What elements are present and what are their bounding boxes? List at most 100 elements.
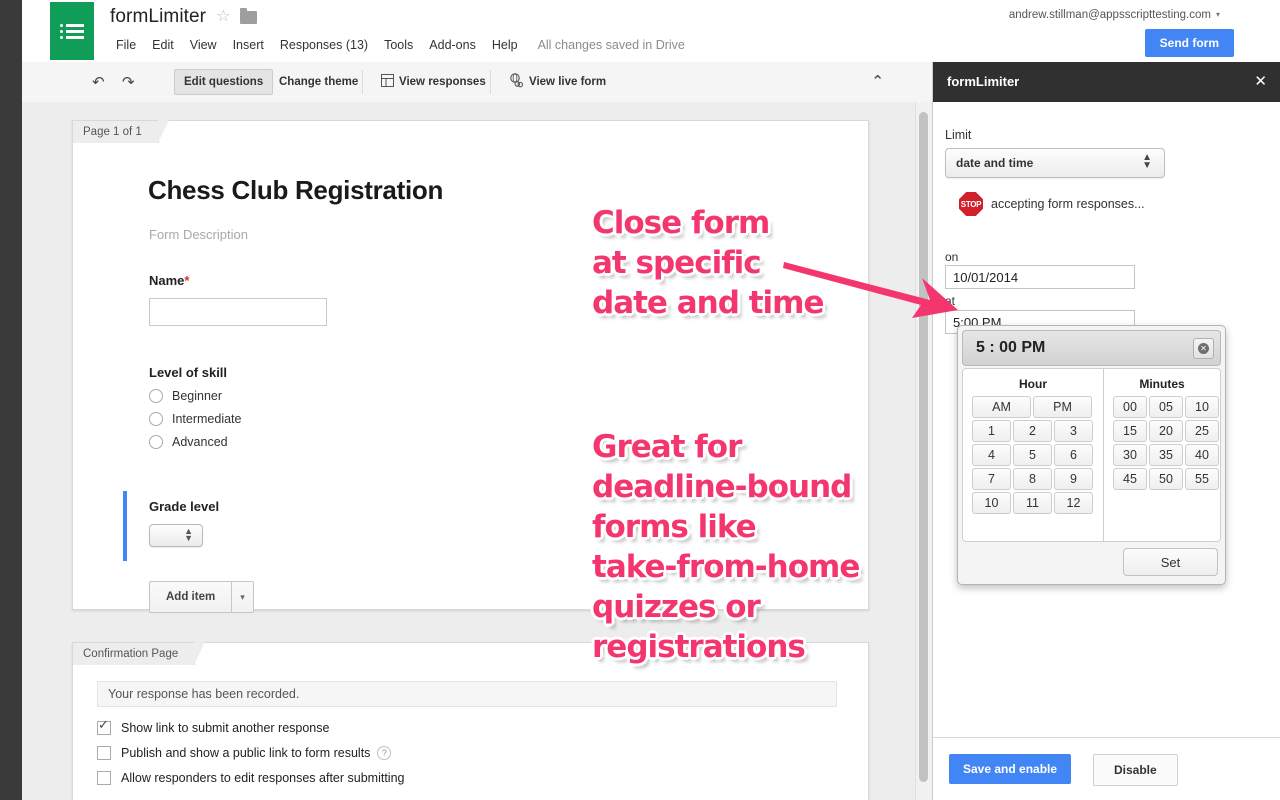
question-name: Name* — [149, 273, 327, 326]
stop-accepting-text: accepting form responses... — [991, 197, 1145, 211]
confirmation-message-input[interactable]: Your response has been recorded. — [97, 681, 837, 707]
view-responses-label: View responses — [399, 76, 486, 88]
star-icon[interactable]: ☆ — [216, 9, 230, 25]
menu-item-file[interactable]: File — [112, 36, 144, 54]
add-item-button-group[interactable]: Add item ▾ — [149, 581, 254, 613]
minute-35[interactable]: 35 — [1149, 444, 1183, 466]
checkbox-label: Publish and show a public link to form r… — [121, 746, 371, 760]
annotation-line: quizzes or — [592, 589, 761, 625]
checkbox-icon — [97, 746, 111, 760]
form-title[interactable]: Chess Club Registration — [148, 175, 443, 206]
menu-bar: File Edit View Insert Responses (13) Too… — [112, 36, 685, 54]
hour-6[interactable]: 6 — [1054, 444, 1093, 466]
checkbox-show-link[interactable]: Show link to submit another response — [97, 717, 330, 735]
menu-item-responses[interactable]: Responses (13) — [272, 36, 376, 54]
hour-5[interactable]: 5 — [1013, 444, 1052, 466]
close-date-input[interactable]: 10/01/2014 — [945, 265, 1135, 289]
hour-grid: AM PM 1 2 3 4 5 6 7 8 9 10 11 12 — [963, 391, 1103, 515]
minute-05[interactable]: 05 — [1149, 396, 1183, 418]
minute-00[interactable]: 00 — [1113, 396, 1147, 418]
save-and-enable-button[interactable]: Save and enable — [949, 754, 1072, 784]
hour-1[interactable]: 1 — [972, 420, 1011, 442]
hour-7[interactable]: 7 — [972, 468, 1011, 490]
tab-view-responses[interactable]: View responses — [372, 70, 495, 94]
collapse-toolbar-icon[interactable]: ⌃ — [871, 72, 884, 90]
table-icon — [381, 74, 394, 90]
required-asterisk: * — [184, 273, 190, 288]
disable-button[interactable]: Disable — [1093, 754, 1178, 786]
minute-40[interactable]: 40 — [1185, 444, 1219, 466]
hour-2[interactable]: 2 — [1013, 420, 1052, 442]
selected-item-bar — [123, 491, 127, 561]
menu-item-tools[interactable]: Tools — [376, 36, 421, 54]
hour-9[interactable]: 9 — [1054, 468, 1093, 490]
annotation-deadline-bound: Great for deadline-bound forms like take… — [592, 429, 860, 672]
ampm-am[interactable]: AM — [972, 396, 1031, 418]
ampm-pm[interactable]: PM — [1033, 396, 1092, 418]
menu-item-edit[interactable]: Edit — [144, 36, 182, 54]
add-item-dropdown-icon[interactable]: ▾ — [231, 581, 254, 613]
radio-icon — [149, 412, 163, 426]
checkbox-publish-results[interactable]: Publish and show a public link to form r… — [97, 746, 392, 760]
canvas-scrollbar-thumb[interactable] — [919, 112, 928, 782]
radio-option-advanced[interactable]: Advanced — [149, 435, 241, 449]
undo-icon[interactable]: ↶ — [92, 73, 105, 91]
annotation-line: Great for — [592, 429, 742, 465]
tab-change-theme[interactable]: Change theme — [270, 70, 367, 94]
confirmation-tab[interactable]: Confirmation Page — [72, 642, 206, 665]
hour-11[interactable]: 11 — [1013, 492, 1052, 514]
tab-view-live-form[interactable]: View live form — [500, 70, 615, 94]
page-tab[interactable]: Page 1 of 1 — [72, 120, 169, 143]
checkbox-allow-edit[interactable]: Allow responders to edit responses after… — [97, 771, 404, 785]
checkbox-label: Show link to submit another response — [121, 721, 330, 735]
grade-level-select[interactable]: ▲ ▼ — [149, 524, 203, 547]
hour-10[interactable]: 10 — [972, 492, 1011, 514]
add-item-button[interactable]: Add item — [149, 581, 232, 613]
close-icon: ✕ — [1198, 343, 1209, 354]
checkbox-icon — [97, 717, 111, 735]
name-text-input[interactable] — [149, 298, 327, 326]
hour-8[interactable]: 8 — [1013, 468, 1052, 490]
minute-20[interactable]: 20 — [1149, 420, 1183, 442]
menu-item-insert[interactable]: Insert — [225, 36, 272, 54]
document-title-row: formLimiter ☆ — [110, 6, 258, 28]
redo-icon[interactable]: ↷ — [122, 73, 135, 91]
help-icon[interactable]: ? — [377, 746, 392, 760]
hour-12[interactable]: 12 — [1054, 492, 1093, 514]
forms-app-icon[interactable] — [50, 2, 94, 60]
google-bar: formLimiter ☆ File Edit View Insert Resp… — [22, 0, 1280, 62]
radio-option-intermediate[interactable]: Intermediate — [149, 412, 241, 426]
time-picker-set-button[interactable]: Set — [1123, 548, 1218, 576]
hour-4[interactable]: 4 — [972, 444, 1011, 466]
hour-3[interactable]: 3 — [1054, 420, 1093, 442]
menu-item-help[interactable]: Help — [484, 36, 526, 54]
time-picker-display: 5 : 00 PM — [976, 339, 1046, 356]
limit-type-value: date and time — [956, 156, 1034, 170]
checkbox-label: Allow responders to edit responses after… — [121, 771, 405, 785]
time-picker-close-button[interactable]: ✕ — [1193, 338, 1214, 359]
account-menu[interactable]: andrew.stillman@appsscripttesting.com ▾ — [1009, 9, 1220, 21]
document-title[interactable]: formLimiter — [110, 6, 206, 28]
limit-type-select[interactable]: date and time ▲ ▼ — [945, 148, 1165, 178]
radio-icon — [149, 389, 163, 403]
radio-label: Advanced — [172, 435, 228, 449]
folder-icon[interactable] — [240, 7, 258, 24]
left-rail — [0, 0, 22, 800]
menu-item-view[interactable]: View — [182, 36, 225, 54]
annotation-line: Close form — [592, 205, 770, 241]
hour-column: Hour AM PM 1 2 3 4 5 6 7 8 9 10 11 12 — [963, 369, 1104, 541]
menu-item-addons[interactable]: Add-ons — [421, 36, 484, 54]
radio-option-beginner[interactable]: Beginner — [149, 389, 241, 403]
minute-50[interactable]: 50 — [1149, 468, 1183, 490]
minute-15[interactable]: 15 — [1113, 420, 1147, 442]
minute-25[interactable]: 25 — [1185, 420, 1219, 442]
close-icon[interactable]: ✕ — [1254, 72, 1267, 90]
form-description[interactable]: Form Description — [149, 227, 248, 242]
minute-30[interactable]: 30 — [1113, 444, 1147, 466]
minute-45[interactable]: 45 — [1113, 468, 1147, 490]
minute-10[interactable]: 10 — [1185, 396, 1219, 418]
minute-55[interactable]: 55 — [1185, 468, 1219, 490]
send-form-button[interactable]: Send form — [1144, 29, 1234, 57]
tab-edit-questions[interactable]: Edit questions — [174, 69, 274, 95]
account-email: andrew.stillman@appsscripttesting.com — [1008, 9, 1211, 21]
